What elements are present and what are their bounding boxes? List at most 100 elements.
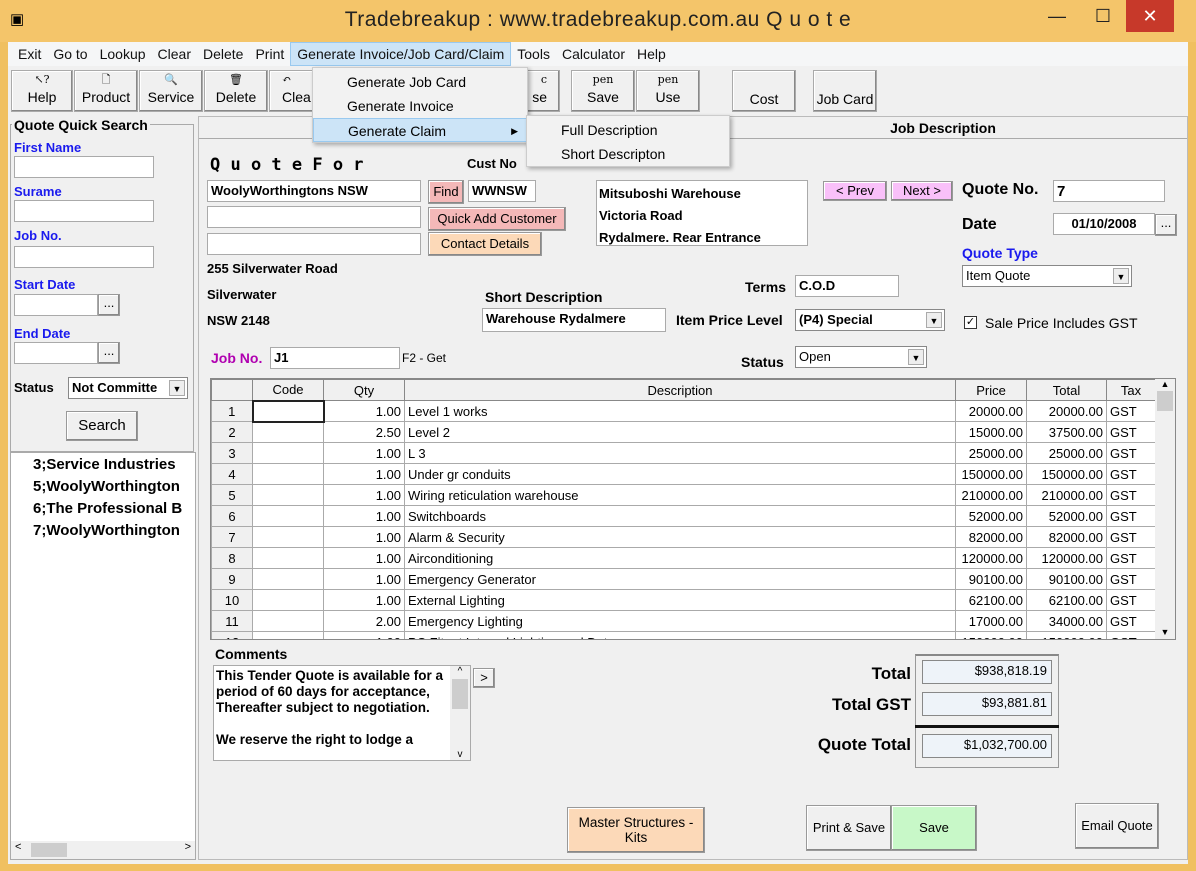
- quick-add-customer-button[interactable]: Quick Add Customer: [428, 207, 566, 231]
- menu-print[interactable]: Print: [249, 43, 290, 65]
- price-cell[interactable]: 20000.00: [955, 400, 1027, 422]
- menu-tools[interactable]: Tools: [511, 43, 556, 65]
- qty-cell[interactable]: 1.00: [323, 589, 405, 611]
- column-header[interactable]: Description: [404, 379, 956, 401]
- tree-item[interactable]: 5;WoolyWorthington: [11, 476, 195, 498]
- table-row[interactable]: 3 1.00 L 3 25000.00 25000.00 GST: [211, 442, 1156, 464]
- date-input[interactable]: 01/10/2008: [1053, 213, 1155, 235]
- quote-type-select[interactable]: Item Quote ▼: [962, 265, 1132, 287]
- customer-name-input[interactable]: WoolyWorthingtons NSW: [207, 180, 421, 202]
- price-cell[interactable]: 210000.00: [955, 484, 1027, 506]
- total-cell[interactable]: 150000.00: [1026, 631, 1107, 639]
- close-button[interactable]: ✕: [1126, 0, 1174, 32]
- total-cell[interactable]: 25000.00: [1026, 442, 1107, 464]
- contact-details-button[interactable]: Contact Details: [428, 232, 542, 256]
- total-cell[interactable]: 120000.00: [1026, 547, 1107, 569]
- qty-cell[interactable]: 1.00: [323, 526, 405, 548]
- tax-cell[interactable]: GST: [1106, 589, 1156, 611]
- price-cell[interactable]: 150000.00: [955, 463, 1027, 485]
- search-button[interactable]: Search: [66, 411, 138, 441]
- description-cell[interactable]: L 3: [404, 442, 956, 464]
- job-no-input[interactable]: [14, 246, 154, 268]
- customer-line3-input[interactable]: [207, 233, 421, 255]
- short-description-input[interactable]: Warehouse Rydalmere: [482, 308, 666, 332]
- scroll-thumb[interactable]: [31, 843, 67, 857]
- menu-generate[interactable]: Generate Invoice/Job Card/Claim: [290, 42, 512, 66]
- price-cell[interactable]: 17000.00: [955, 610, 1027, 632]
- menu-help[interactable]: Help: [631, 43, 672, 65]
- table-row[interactable]: 7 1.00 Alarm & Security 82000.00 82000.00 GST: [211, 526, 1156, 548]
- total-cell[interactable]: 90100.00: [1026, 568, 1107, 590]
- description-cell[interactable]: PC Fitout Internal Lighting and Data: [404, 631, 956, 639]
- start-date-picker-button[interactable]: ...: [98, 294, 120, 316]
- tree-item[interactable]: 3;Service Industries: [11, 454, 195, 476]
- qty-cell[interactable]: 1.00: [323, 631, 405, 639]
- table-row[interactable]: 2 2.50 Level 2 15000.00 37500.00 GST: [211, 421, 1156, 443]
- tax-cell[interactable]: GST: [1106, 505, 1156, 527]
- code-cell[interactable]: [251, 399, 325, 423]
- qty-cell[interactable]: 1.00: [323, 400, 405, 422]
- quote-no-input[interactable]: 7: [1053, 180, 1165, 202]
- code-cell[interactable]: [252, 526, 324, 548]
- column-header[interactable]: Qty: [323, 379, 405, 401]
- save-button[interactable]: Save: [891, 805, 977, 851]
- total-cell[interactable]: 52000.00: [1026, 505, 1107, 527]
- table-row[interactable]: 8 1.00 Airconditioning 120000.00 120000.00 GS…: [211, 547, 1156, 569]
- column-header[interactable]: Price: [955, 379, 1027, 401]
- menu-item-generate-claim[interactable]: Generate Claim ▶: [313, 118, 527, 142]
- job-card-button[interactable]: Job Card: [813, 70, 877, 112]
- table-row[interactable]: 6 1.00 Switchboards 52000.00 52000.00 GST: [211, 505, 1156, 527]
- service-button[interactable]: 🔍 Service: [139, 70, 203, 112]
- price-cell[interactable]: 90100.00: [955, 568, 1027, 590]
- gst-checkbox[interactable]: ✓: [964, 316, 977, 329]
- tax-cell[interactable]: GST: [1106, 610, 1156, 632]
- total-cell[interactable]: 34000.00: [1026, 610, 1107, 632]
- table-row[interactable]: 11 2.00 Emergency Lighting 17000.00 34000.00…: [211, 610, 1156, 632]
- master-structures-button[interactable]: Master Structures - Kits: [567, 807, 705, 853]
- customer-line2-input[interactable]: [207, 206, 421, 228]
- menu-item-generate-invoice[interactable]: Generate Invoice: [313, 94, 527, 118]
- code-cell[interactable]: [252, 568, 324, 590]
- maximize-button[interactable]: ☐: [1080, 0, 1126, 32]
- menu-lookup[interactable]: Lookup: [94, 43, 152, 65]
- print-save-button[interactable]: Print & Save: [806, 805, 892, 851]
- expand-comments-button[interactable]: >: [473, 668, 495, 688]
- job-no-input[interactable]: J1: [270, 347, 400, 369]
- total-cell[interactable]: 37500.00: [1026, 421, 1107, 443]
- menu-calculator[interactable]: Calculator: [556, 43, 631, 65]
- description-cell[interactable]: Switchboards: [404, 505, 956, 527]
- price-cell[interactable]: 62100.00: [955, 589, 1027, 611]
- tax-cell[interactable]: GST: [1106, 568, 1156, 590]
- grid-vertical-scrollbar[interactable]: ▲ ▼: [1155, 379, 1175, 639]
- description-cell[interactable]: External Lighting: [404, 589, 956, 611]
- description-cell[interactable]: Wiring reticulation warehouse: [404, 484, 956, 506]
- total-cell[interactable]: 210000.00: [1026, 484, 1107, 506]
- menu-item-generate-job-card[interactable]: Generate Job Card: [313, 70, 527, 94]
- scroll-thumb[interactable]: [452, 679, 468, 709]
- first-name-input[interactable]: [14, 156, 154, 178]
- code-cell[interactable]: [252, 484, 324, 506]
- tax-cell[interactable]: GST: [1106, 421, 1156, 443]
- menu-delete[interactable]: Delete: [197, 43, 249, 65]
- date-picker-button[interactable]: ...: [1155, 214, 1177, 236]
- table-row[interactable]: 12 1.00PC Fitout Internal Lighting and Da…: [211, 631, 1156, 639]
- qty-cell[interactable]: 1.00: [323, 568, 405, 590]
- menu-clear[interactable]: Clear: [152, 43, 197, 65]
- tax-cell[interactable]: GST: [1106, 631, 1156, 639]
- terms-input[interactable]: C.O.D: [795, 275, 899, 297]
- price-cell[interactable]: 120000.00: [955, 547, 1027, 569]
- minimize-button[interactable]: —: [1034, 0, 1080, 32]
- description-cell[interactable]: Level 1 works: [404, 400, 956, 422]
- table-row[interactable]: 4 1.00 Under gr conduits 150000.00 150000.00…: [211, 463, 1156, 485]
- code-cell[interactable]: [252, 610, 324, 632]
- product-button[interactable]: 🗋 Product: [74, 70, 138, 112]
- price-cell[interactable]: 15000.00: [955, 421, 1027, 443]
- price-cell[interactable]: 82000.00: [955, 526, 1027, 548]
- tax-cell[interactable]: GST: [1106, 526, 1156, 548]
- tax-cell[interactable]: GST: [1106, 400, 1156, 422]
- cost-button[interactable]: Cost: [732, 70, 796, 112]
- total-cell[interactable]: 20000.00: [1026, 400, 1107, 422]
- table-row[interactable]: 10 1.00 External Lighting 62100.00 62100.00 G…: [211, 589, 1156, 611]
- price-cell[interactable]: 52000.00: [955, 505, 1027, 527]
- tax-cell[interactable]: GST: [1106, 463, 1156, 485]
